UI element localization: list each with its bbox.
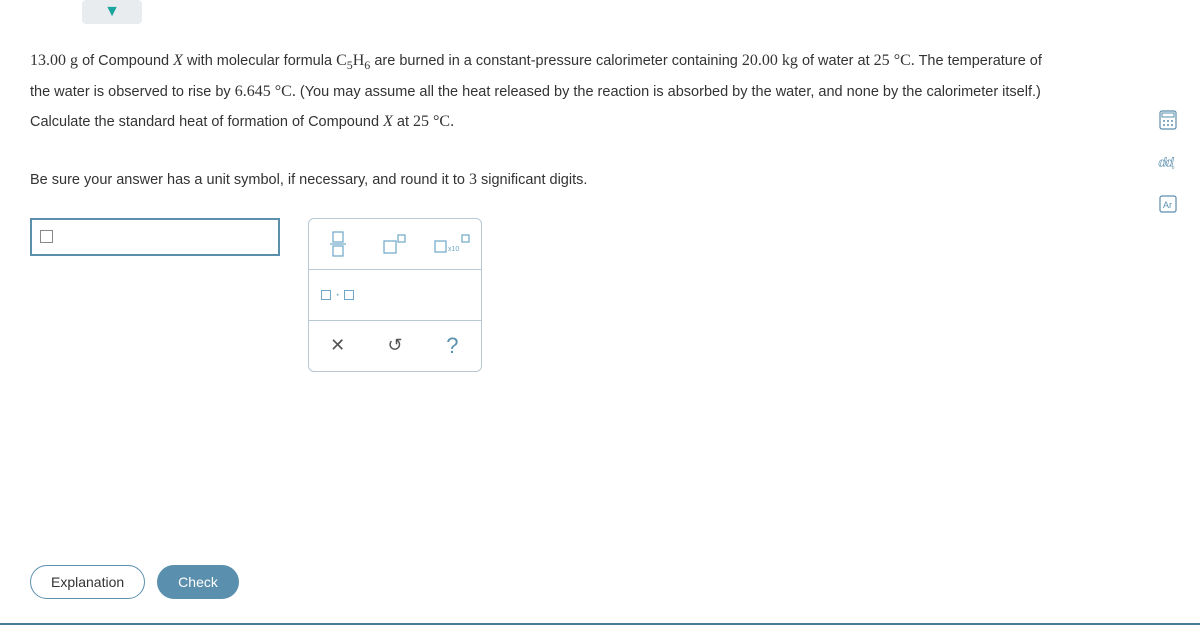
explanation-button[interactable]: Explanation: [30, 565, 145, 599]
periodic-table-icon[interactable]: Ar: [1158, 194, 1178, 214]
mass-value: 13.00: [30, 52, 66, 69]
close-icon: ✕: [330, 335, 345, 356]
collapse-tab[interactable]: ▼: [82, 0, 142, 24]
tool-fraction[interactable]: [309, 219, 366, 269]
problem-statement: 13.00 g of Compound X with molecular for…: [0, 24, 1130, 196]
calculator-icon[interactable]: [1158, 110, 1178, 130]
tool-scientific-notation[interactable]: x10: [424, 219, 481, 269]
tool-help[interactable]: ?: [424, 321, 481, 371]
formula: C5H6: [336, 52, 370, 69]
math-tool-palette: x10 · ✕: [308, 218, 482, 372]
tool-reset[interactable]: ↺: [366, 321, 423, 371]
tool-superscript[interactable]: [366, 219, 423, 269]
ruler-icon[interactable]: ⅆⅆ₀: [1158, 152, 1178, 172]
tool-multiply[interactable]: ·: [309, 270, 366, 320]
undo-icon: ↺: [387, 335, 402, 356]
chevron-down-icon: ▼: [104, 3, 120, 21]
svg-text:₀: ₀: [1172, 161, 1175, 170]
tool-clear[interactable]: ✕: [309, 321, 366, 371]
footer-actions: Explanation Check: [30, 565, 239, 599]
answer-placeholder-box: [40, 230, 53, 243]
check-button[interactable]: Check: [157, 565, 239, 599]
help-icon: ?: [446, 333, 458, 359]
svg-text:x10: x10: [448, 246, 459, 253]
answer-input[interactable]: [30, 218, 280, 256]
side-icon-bar: ⅆⅆ₀ Ar: [1158, 110, 1178, 214]
svg-text:Ar: Ar: [1163, 200, 1172, 210]
